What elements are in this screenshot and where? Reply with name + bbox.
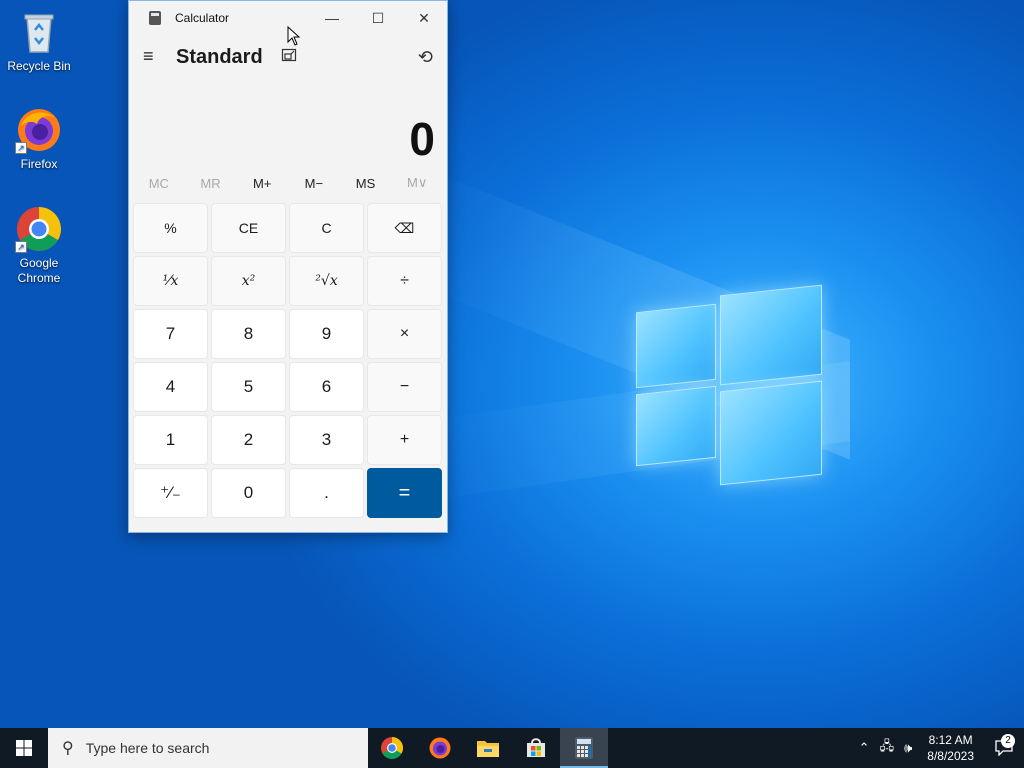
- digit-8-button[interactable]: 8: [211, 309, 286, 359]
- desktop-icon-label: Google Chrome: [17, 256, 61, 285]
- taskbar-app-store[interactable]: [512, 728, 560, 768]
- system-tray: ⌃ 🖧 🕪 8:12 AM 8/8/2023 2: [854, 728, 1024, 768]
- keypad: % CE C ⌫ ¹⁄x x² ²√x ÷ 7 8 9 × 4 5 6 − 1 …: [129, 197, 447, 518]
- memory-add-button[interactable]: M+: [236, 176, 288, 191]
- chrome-icon: ↗: [15, 205, 63, 253]
- desktop-icon-label: Recycle Bin: [7, 59, 71, 73]
- subtract-button[interactable]: −: [367, 362, 442, 412]
- memory-list-button[interactable]: M∨: [391, 175, 443, 191]
- file-explorer-icon: [477, 741, 499, 757]
- chrome-icon: [381, 737, 403, 759]
- mode-title: Standard: [176, 45, 263, 68]
- store-icon: [527, 738, 545, 757]
- menu-button[interactable]: ≡: [143, 47, 163, 67]
- taskbar-search-box[interactable]: ⚲ Type here to search: [48, 728, 368, 768]
- firefox-icon: [429, 737, 451, 759]
- calculator-window: Calculator — ☐ ✕ ≡ Standard ⟲ 0 MC MR M+…: [128, 0, 448, 533]
- clock-time: 8:12 AM: [928, 733, 973, 747]
- keep-on-top-icon: [281, 48, 296, 62]
- calculator-icon: [149, 11, 161, 25]
- memory-recall-button[interactable]: MR: [185, 176, 237, 191]
- square-button[interactable]: x²: [211, 256, 286, 306]
- maximize-button[interactable]: ☐: [355, 1, 401, 35]
- add-button[interactable]: +: [367, 415, 442, 465]
- equals-button[interactable]: =: [367, 468, 442, 518]
- search-placeholder: Type here to search: [85, 740, 210, 756]
- shortcut-arrow-icon: ↗: [15, 241, 27, 253]
- firefox-icon: ↗: [15, 106, 63, 154]
- digit-3-button[interactable]: 3: [289, 415, 364, 465]
- square-root-button[interactable]: ²√x: [289, 256, 364, 306]
- close-icon: ✕: [418, 9, 430, 26]
- memory-clear-button[interactable]: MC: [133, 176, 185, 191]
- minimize-icon: —: [325, 10, 339, 26]
- action-center-button[interactable]: 2: [984, 734, 1024, 756]
- clear-entry-button[interactable]: CE: [211, 203, 286, 253]
- windows-start-icon: [16, 740, 32, 756]
- digit-9-button[interactable]: 9: [289, 309, 364, 359]
- desktop-icon-recycle-bin[interactable]: Recycle Bin: [1, 8, 77, 74]
- digit-2-button[interactable]: 2: [211, 415, 286, 465]
- reciprocal-button[interactable]: ¹⁄x: [133, 256, 208, 306]
- close-button[interactable]: ✕: [401, 1, 447, 35]
- memory-subtract-button[interactable]: M−: [288, 176, 340, 191]
- memory-store-button[interactable]: MS: [340, 176, 392, 191]
- taskbar-clock[interactable]: 8:12 AM 8/8/2023: [927, 732, 974, 764]
- taskbar: ⚲ Type here to search ⌃ 🖧 🕪 8:12 AM 8/8/…: [0, 728, 1024, 768]
- multiply-button[interactable]: ×: [367, 309, 442, 359]
- calculator-icon: [575, 737, 593, 759]
- desktop-icon-label: Firefox: [20, 157, 58, 171]
- shortcut-arrow-icon: ↗: [15, 142, 27, 154]
- taskbar-app-calculator[interactable]: [560, 728, 608, 768]
- digit-0-button[interactable]: 0: [211, 468, 286, 518]
- show-hidden-icons-chevron-icon[interactable]: ⌃: [859, 740, 870, 756]
- windows-logo-wallpaper: [636, 284, 822, 486]
- clear-button[interactable]: C: [289, 203, 364, 253]
- backspace-icon: ⌫: [394, 219, 415, 236]
- percent-button[interactable]: %: [133, 203, 208, 253]
- network-icon[interactable]: 🖧: [880, 737, 895, 759]
- recycle-bin-icon: [15, 8, 63, 56]
- memory-row: MC MR M+ M− MS M∨: [129, 169, 447, 197]
- start-button[interactable]: [0, 728, 48, 768]
- backspace-button[interactable]: ⌫: [367, 203, 442, 253]
- search-icon: ⚲: [62, 740, 74, 757]
- desktop-icon-firefox[interactable]: ↗ Firefox: [1, 106, 77, 172]
- window-title: Calculator: [175, 11, 230, 25]
- volume-icon[interactable]: 🕪: [904, 740, 912, 756]
- result-display: 0: [409, 113, 435, 165]
- taskbar-app-chrome[interactable]: [368, 728, 416, 768]
- digit-6-button[interactable]: 6: [289, 362, 364, 412]
- history-button[interactable]: ⟲: [418, 47, 433, 68]
- history-icon: ⟲: [417, 46, 433, 67]
- digit-1-button[interactable]: 1: [133, 415, 208, 465]
- mouse-cursor-icon: [287, 26, 301, 46]
- desktop-icon-google-chrome[interactable]: ↗ Google Chrome: [1, 205, 77, 286]
- digit-5-button[interactable]: 5: [211, 362, 286, 412]
- clock-date: 8/8/2023: [927, 749, 974, 763]
- minimize-button[interactable]: —: [309, 1, 355, 35]
- taskbar-app-file-explorer[interactable]: [464, 728, 512, 768]
- keep-on-top-button[interactable]: [281, 48, 299, 66]
- hamburger-icon: ≡: [143, 46, 154, 66]
- taskbar-app-firefox[interactable]: [416, 728, 464, 768]
- maximize-icon: ☐: [371, 9, 385, 26]
- notification-count-badge: 2: [1001, 734, 1015, 748]
- digit-7-button[interactable]: 7: [133, 309, 208, 359]
- decimal-button[interactable]: .: [289, 468, 364, 518]
- divide-button[interactable]: ÷: [367, 256, 442, 306]
- digit-4-button[interactable]: 4: [133, 362, 208, 412]
- negate-button[interactable]: ⁺⁄₋: [133, 468, 208, 518]
